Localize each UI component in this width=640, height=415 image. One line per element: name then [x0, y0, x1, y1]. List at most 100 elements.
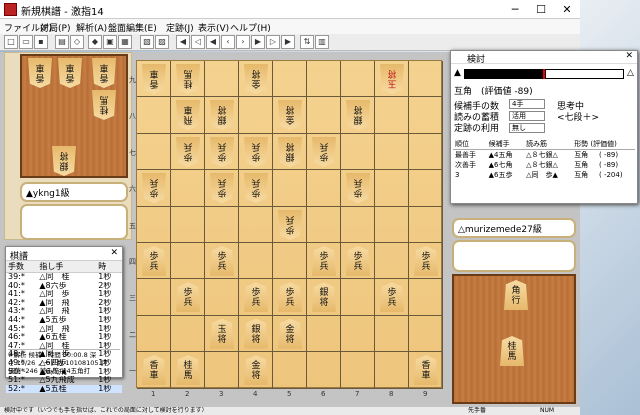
prev-move-icon[interactable]: ◁	[191, 35, 205, 49]
board-square[interactable]	[273, 243, 307, 280]
kifu-row[interactable]: 44:* ▲5五歩 1秒	[6, 316, 122, 325]
board-piece[interactable]: 歩兵	[210, 246, 234, 276]
last-move-icon[interactable]: ▶	[281, 35, 295, 49]
menu-game[interactable]: 対局(P)	[40, 21, 70, 34]
kifu-row[interactable]: 43:* △同 飛 1秒	[6, 307, 122, 316]
board-piece[interactable]: 玉将	[210, 318, 234, 349]
board-piece[interactable]: 歩兵	[210, 173, 234, 203]
board-square[interactable]	[409, 133, 443, 171]
close-icon[interactable]: ✕	[554, 1, 580, 18]
new-icon[interactable]: □	[4, 35, 18, 49]
close-icon[interactable]: ✕	[110, 248, 118, 258]
board-piece[interactable]: 金将	[244, 355, 268, 386]
stand-piece-lance[interactable]: 香車	[92, 58, 116, 88]
board-square[interactable]	[409, 170, 443, 207]
board-piece[interactable]: 歩兵	[176, 282, 200, 313]
board-square[interactable]	[171, 315, 205, 353]
maximize-icon[interactable]: ☐	[528, 1, 554, 18]
board-piece[interactable]: 歩兵	[380, 282, 404, 313]
board-square[interactable]	[375, 352, 409, 389]
forward-icon[interactable]: ›	[236, 35, 250, 49]
board-piece[interactable]: 歩兵	[176, 137, 200, 167]
board-square[interactable]	[409, 61, 443, 98]
accumulation-select[interactable]: 活用	[509, 111, 545, 121]
kifu-row[interactable]: 40:* ▲8六歩 2秒	[6, 282, 122, 291]
next-move-icon[interactable]: ▷	[266, 35, 280, 49]
board-square[interactable]	[205, 61, 239, 98]
board-piece[interactable]: 銀将	[312, 282, 336, 313]
save-icon[interactable]: ▪	[34, 35, 48, 49]
board-square[interactable]	[375, 315, 409, 353]
board-piece[interactable]: 歩兵	[244, 282, 268, 313]
settings-icon[interactable]: ▥	[315, 35, 329, 49]
board-square[interactable]	[137, 206, 171, 243]
board-square[interactable]	[307, 352, 341, 389]
next-icon[interactable]: ▶	[251, 35, 265, 49]
tool-icon[interactable]: ▦	[118, 35, 132, 49]
candidate-row[interactable]: 3 ▲6五歩 △同 歩▲ 互角 ( -204)	[453, 170, 635, 180]
board-square[interactable]	[375, 97, 409, 134]
board-square[interactable]	[341, 315, 375, 353]
tool-icon[interactable]: ▣	[103, 35, 117, 49]
board-square[interactable]	[375, 170, 409, 207]
board-piece[interactable]: 香車	[414, 355, 438, 386]
board-piece[interactable]: 桂馬	[176, 64, 200, 94]
board-square[interactable]	[171, 206, 205, 243]
board-square[interactable]	[171, 170, 205, 207]
board-square[interactable]	[273, 61, 307, 98]
board-square[interactable]	[409, 315, 443, 353]
board-square[interactable]	[307, 206, 341, 243]
kifu-row[interactable]: 42:* ▲同 飛 2秒	[6, 299, 122, 308]
print-icon[interactable]: ▤	[55, 35, 69, 49]
close-icon[interactable]: ✕	[625, 51, 633, 61]
board-square[interactable]	[307, 61, 341, 98]
board-square[interactable]	[341, 206, 375, 243]
board-piece[interactable]: 歩兵	[244, 173, 268, 203]
board-piece[interactable]: 歩兵	[278, 282, 302, 313]
board-square[interactable]	[273, 170, 307, 207]
game-icon[interactable]: ◇	[70, 35, 84, 49]
board-square[interactable]	[307, 170, 341, 207]
board-square[interactable]	[205, 279, 239, 316]
board-piece[interactable]: 歩兵	[244, 137, 268, 167]
board-square[interactable]	[341, 352, 375, 389]
board-piece[interactable]: 歩兵	[278, 210, 302, 240]
menu-edit[interactable]: 盤面編集(E)	[108, 21, 157, 34]
board-square[interactable]	[341, 279, 375, 316]
board-piece[interactable]: 玉将	[380, 64, 404, 94]
candidate-row[interactable]: 最善手 ▲4五角 △８七銀△ 互角 ( -89)	[453, 150, 635, 161]
board-square[interactable]	[239, 243, 273, 280]
board-square[interactable]	[307, 315, 341, 353]
stand-piece-lance[interactable]: 香車	[28, 58, 52, 88]
board-square[interactable]	[409, 206, 443, 243]
board-piece[interactable]: 歩兵	[312, 137, 336, 167]
board-square[interactable]	[239, 206, 273, 243]
kifu-row[interactable]: 39:* △同 桂 1秒	[6, 273, 122, 282]
board-square[interactable]	[239, 97, 273, 134]
board-piece[interactable]: 歩兵	[414, 246, 438, 276]
board-piece[interactable]: 銀将	[278, 137, 302, 167]
tool-icon[interactable]: ▧	[140, 35, 154, 49]
back-icon[interactable]: ‹	[221, 35, 235, 49]
board-square[interactable]	[375, 206, 409, 243]
board-piece[interactable]: 香車	[142, 64, 166, 94]
board-square[interactable]	[273, 352, 307, 389]
board-piece[interactable]: 歩兵	[142, 246, 166, 276]
kifu-row[interactable]: 45:* △同 飛 1秒	[6, 325, 122, 334]
menu-view[interactable]: 表示(V)	[198, 21, 229, 34]
open-icon[interactable]: ▭	[19, 35, 33, 49]
prev-icon[interactable]: ◀	[206, 35, 220, 49]
board-piece[interactable]: 歩兵	[312, 246, 336, 276]
kifu-row[interactable]: 46:* ▲6五桂 1秒	[6, 333, 122, 342]
first-move-icon[interactable]: ◀	[176, 35, 190, 49]
stand-piece-knight[interactable]: 桂馬	[500, 336, 524, 366]
kifu-row[interactable]: 41:* △同 歩 1秒	[6, 290, 122, 299]
menu-joseki[interactable]: 定跡(J)	[166, 21, 194, 34]
board-square[interactable]	[307, 97, 341, 134]
kifu-row[interactable]: 51:* △5九飛成 1秒	[6, 376, 122, 385]
board-square[interactable]	[341, 133, 375, 171]
board-piece[interactable]: 銀将	[244, 318, 268, 349]
board-piece[interactable]: 歩兵	[142, 173, 166, 203]
minimize-icon[interactable]: ─	[502, 1, 528, 18]
kifu-row[interactable]: 52:* ▲5五桂 1秒	[6, 384, 122, 394]
